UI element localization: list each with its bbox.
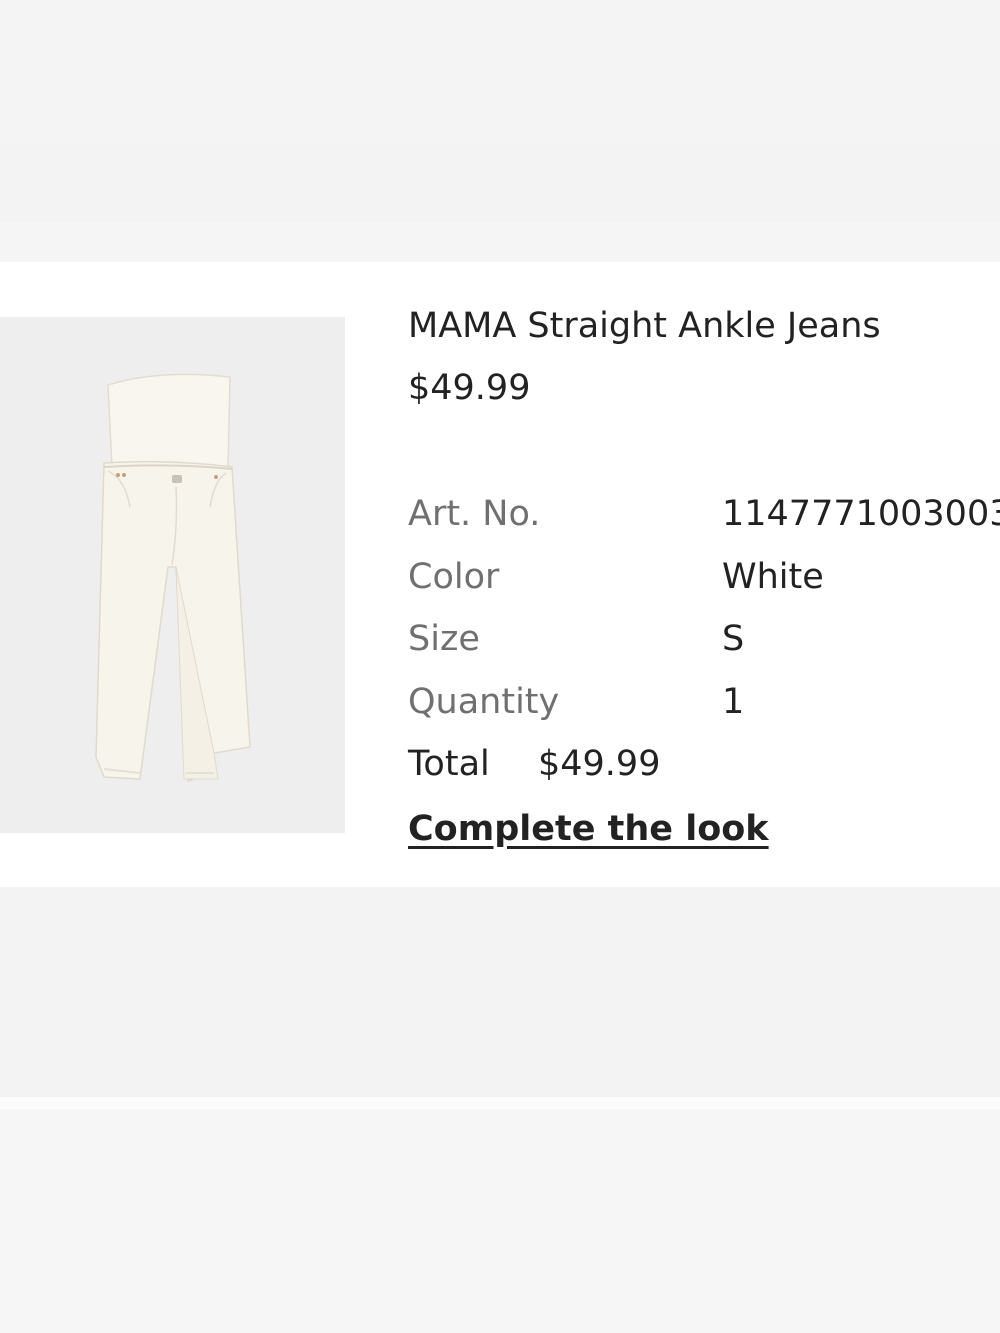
- total-row: Total $49.99: [408, 740, 1000, 803]
- product-details: MAMA Straight Ankle Jeans $49.99 Art. No…: [408, 302, 1000, 853]
- spec-row-quantity: Quantity 1: [408, 678, 1000, 741]
- order-item-card: MAMA Straight Ankle Jeans $49.99 Art. No…: [0, 262, 1000, 887]
- product-specs: Art. No. 1147771003003 Color White Size …: [408, 490, 1000, 803]
- spec-row-size: Size S: [408, 615, 1000, 678]
- spec-value: White: [722, 556, 824, 597]
- spec-label: Quantity: [408, 681, 560, 722]
- spec-value: S: [722, 619, 745, 659]
- spec-row-article-number: Art. No. 1147771003003: [408, 490, 1000, 553]
- divider: [0, 1097, 1000, 1109]
- total-label: Total: [408, 744, 490, 784]
- product-name[interactable]: MAMA Straight Ankle Jeans: [408, 302, 1000, 350]
- complete-the-look-link[interactable]: Complete the look: [408, 805, 769, 853]
- spec-row-color: Color White: [408, 553, 1000, 616]
- top-blank-area: [0, 0, 1000, 222]
- order-item-page: MAMA Straight Ankle Jeans $49.99 Art. No…: [0, 0, 1000, 1333]
- section-gap: [0, 222, 1000, 262]
- product-price: $49.99: [408, 368, 531, 408]
- spec-value: 1147771003003: [722, 494, 1000, 534]
- spec-label: Size: [408, 619, 480, 659]
- spec-label: Art. No.: [408, 494, 541, 534]
- jeans-icon: [95, 373, 251, 783]
- spec-value: 1: [722, 681, 745, 722]
- lower-blank-area: [0, 887, 1000, 1097]
- spec-label: Color: [408, 556, 500, 597]
- product-image[interactable]: [0, 317, 345, 833]
- bottom-blank-area: [0, 1109, 1000, 1333]
- total-value: $49.99: [538, 744, 661, 784]
